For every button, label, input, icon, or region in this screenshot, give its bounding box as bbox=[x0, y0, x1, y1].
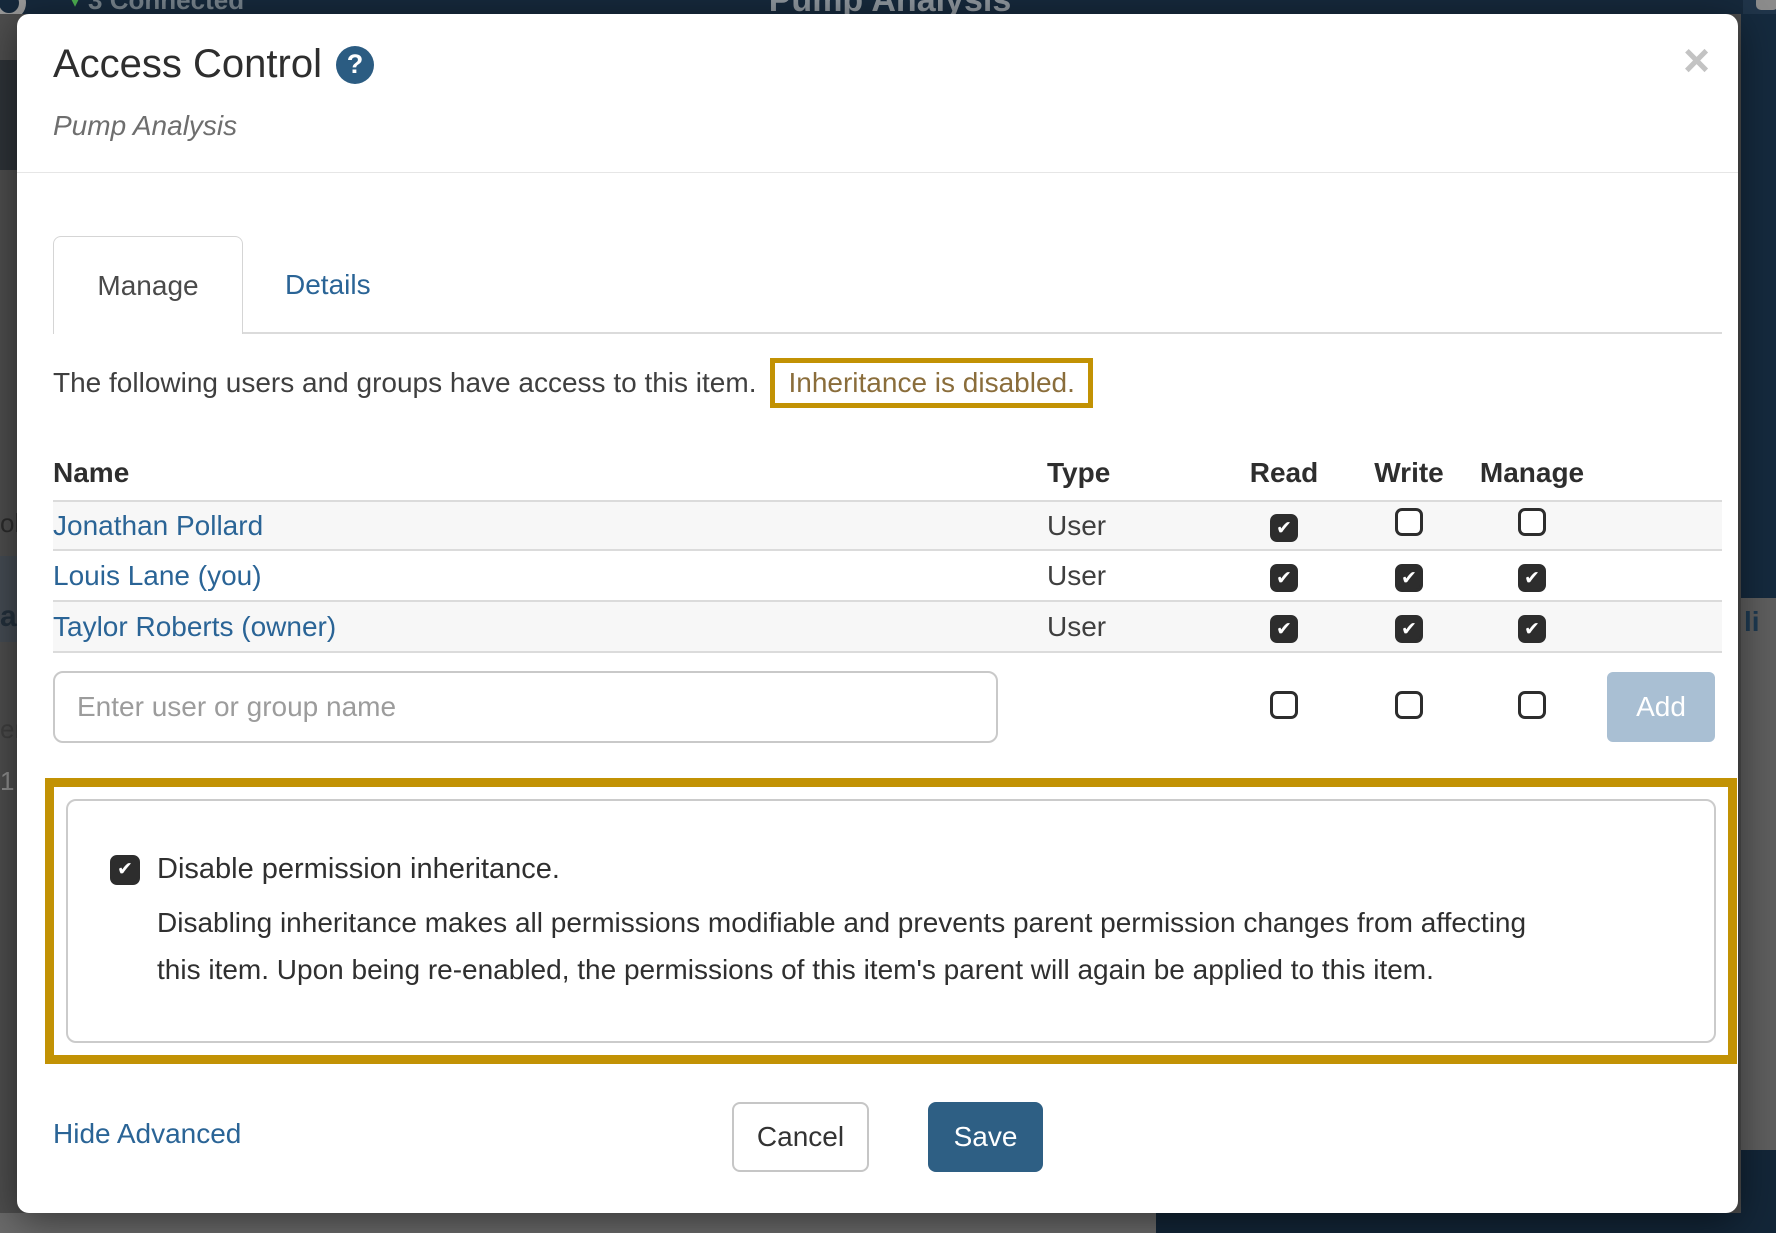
intro-row: The following users and groups have acce… bbox=[53, 358, 1093, 408]
user-name-cell: Taylor Roberts (owner) bbox=[53, 611, 1028, 643]
new-manage-checkbox[interactable] bbox=[1518, 691, 1546, 719]
dialog-subtitle: Pump Analysis bbox=[53, 110, 237, 142]
user-type-cell: User bbox=[1028, 611, 1213, 643]
user-name-link[interactable]: Louis Lane (you) bbox=[53, 560, 262, 591]
close-icon[interactable]: × bbox=[1677, 36, 1716, 84]
background-panel bbox=[1741, 14, 1776, 598]
tab-details[interactable]: Details bbox=[285, 236, 371, 334]
table-row: Jonathan Pollard User bbox=[53, 500, 1722, 551]
access-control-dialog: × Access Control ? Pump Analysis Manage … bbox=[17, 14, 1738, 1213]
write-checkbox[interactable] bbox=[1395, 508, 1423, 536]
inheritance-disabled-notice: Inheritance is disabled. bbox=[770, 358, 1092, 408]
new-write-checkbox[interactable] bbox=[1395, 691, 1423, 719]
user-or-group-input[interactable] bbox=[53, 671, 998, 743]
read-checkbox[interactable] bbox=[1270, 615, 1298, 643]
help-icon[interactable]: ? bbox=[336, 46, 374, 84]
col-header-manage: Manage bbox=[1480, 457, 1584, 489]
header-divider bbox=[17, 172, 1738, 173]
col-header-name: Name bbox=[53, 457, 1028, 489]
read-checkbox[interactable] bbox=[1270, 564, 1298, 592]
col-header-type: Type bbox=[1028, 457, 1213, 489]
user-name-cell: Louis Lane (you) bbox=[53, 560, 1028, 592]
background-right-edge: li bbox=[1741, 14, 1776, 1213]
tab-bar: Manage Details bbox=[53, 236, 1722, 334]
disable-inheritance-label: Disable permission inheritance. bbox=[157, 853, 560, 886]
new-read-checkbox[interactable] bbox=[1270, 691, 1298, 719]
table-rows: Jonathan Pollard User Louis Lane (you) U… bbox=[53, 500, 1722, 653]
table-header-row: Name Type Read Write Manage bbox=[53, 446, 1722, 500]
save-button[interactable]: Save bbox=[928, 1102, 1043, 1172]
write-checkbox[interactable] bbox=[1395, 615, 1423, 643]
background-left-sidebar: ol al er 1 bbox=[0, 14, 17, 1213]
tab-manage[interactable]: Manage bbox=[53, 236, 243, 334]
manage-checkbox[interactable] bbox=[1518, 615, 1546, 643]
sidebar-block bbox=[0, 60, 17, 170]
table-row: Taylor Roberts (owner) User bbox=[53, 602, 1722, 653]
read-checkbox[interactable] bbox=[1270, 514, 1298, 542]
user-name-link[interactable]: Taylor Roberts (owner) bbox=[53, 611, 336, 642]
advanced-panel: Disable permission inheritance. Disablin… bbox=[66, 799, 1716, 1043]
background-panel bbox=[0, 1213, 1156, 1233]
background-text-fragment: li bbox=[1744, 606, 1760, 638]
cancel-button[interactable]: Cancel bbox=[732, 1102, 869, 1172]
disable-inheritance-row: Disable permission inheritance. bbox=[110, 853, 1684, 886]
manage-checkbox[interactable] bbox=[1518, 564, 1546, 592]
topbar-button-fragment bbox=[1756, 0, 1776, 10]
col-header-write: Write bbox=[1374, 457, 1444, 489]
background-panel bbox=[1156, 1213, 1776, 1233]
inheritance-description: Disabling inheritance makes all permissi… bbox=[157, 899, 1684, 993]
app-logo-icon bbox=[0, 0, 26, 14]
dialog-title: Access Control bbox=[53, 42, 322, 87]
sidebar-text-fragment: 1 bbox=[0, 766, 14, 797]
disable-inheritance-checkbox[interactable] bbox=[110, 855, 140, 885]
screen: ▾ 3 Connected Pump Analysis ol al er 1 l… bbox=[0, 0, 1776, 1233]
add-user-row: Add bbox=[53, 655, 1722, 759]
write-checkbox[interactable] bbox=[1395, 564, 1423, 592]
user-name-link[interactable]: Jonathan Pollard bbox=[53, 510, 263, 541]
advanced-highlight-box: Disable permission inheritance. Disablin… bbox=[45, 778, 1737, 1064]
tab-underline bbox=[243, 332, 1722, 334]
app-page-title: Pump Analysis bbox=[660, 0, 1120, 14]
connected-status-icon: ▾ bbox=[70, 0, 80, 13]
user-type-cell: User bbox=[1028, 510, 1213, 542]
app-topbar: ▾ 3 Connected Pump Analysis bbox=[0, 0, 1776, 14]
connected-label: 3 Connected bbox=[88, 0, 244, 14]
table-row: Louis Lane (you) User bbox=[53, 551, 1722, 602]
col-header-read: Read bbox=[1250, 457, 1318, 489]
background-bottom-edge bbox=[0, 1213, 1776, 1233]
dialog-footer: Hide Advanced Cancel Save bbox=[53, 1100, 1722, 1174]
background-panel bbox=[1741, 1150, 1776, 1213]
permissions-table: Name Type Read Write Manage Jonathan Pol… bbox=[53, 446, 1722, 653]
add-button[interactable]: Add bbox=[1607, 672, 1715, 742]
intro-text: The following users and groups have acce… bbox=[53, 367, 756, 399]
hide-advanced-link[interactable]: Hide Advanced bbox=[53, 1118, 241, 1150]
manage-checkbox[interactable] bbox=[1518, 508, 1546, 536]
dialog-title-row: Access Control ? bbox=[53, 42, 374, 87]
connection-status: ▾ 3 Connected bbox=[70, 0, 244, 14]
user-type-cell: User bbox=[1028, 560, 1213, 592]
user-name-cell: Jonathan Pollard bbox=[53, 510, 1028, 542]
